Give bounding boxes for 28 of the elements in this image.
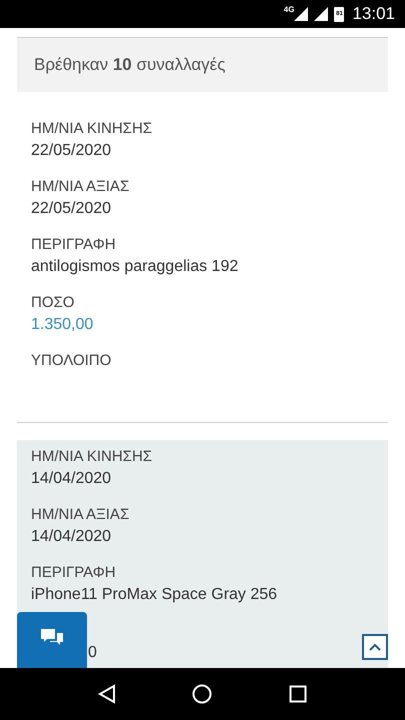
network-label: 4G — [284, 4, 294, 16]
field-value: 1.350,00 — [31, 316, 94, 333]
chevron-up-icon — [369, 643, 381, 651]
field-label: ΥΠΟΛΟΙΠΟ — [31, 351, 112, 371]
clock: 13:01 — [352, 3, 395, 26]
field-value: 0 — [88, 643, 97, 663]
field-label: ΗΜ/ΝΙΑ ΚΙΝΗΣΗΣ — [31, 119, 154, 139]
field-label: ΠΟΣΟ — [31, 293, 76, 313]
field-label: ΠΕΡΙΓΡΑΦΗ — [31, 563, 117, 583]
field-label: ΗΜ/ΝΙΑ ΚΙΝΗΣΗΣ — [31, 447, 154, 467]
field-value: 22/05/2020 — [31, 200, 112, 217]
home-icon[interactable] — [192, 684, 212, 704]
field-label: ΠΕΡΙΓΡΑΦΗ — [31, 235, 117, 255]
back-icon[interactable] — [98, 684, 116, 704]
field-value: 14/04/2020 — [31, 528, 112, 545]
field-value: 14/04/2020 — [31, 470, 112, 487]
chat-button[interactable] — [17, 612, 87, 668]
chat-icon — [41, 629, 63, 647]
field-label: ΗΜ/ΝΙΑ ΑΞΙΑΣ — [31, 505, 130, 525]
signal-icon — [294, 7, 308, 21]
field-value: iPhone11 ProMax Space Gray 256 — [31, 586, 278, 603]
recents-icon[interactable] — [288, 685, 307, 703]
signal-icon — [314, 7, 328, 21]
field-label: ΗΜ/ΝΙΑ ΑΞΙΑΣ — [31, 177, 130, 197]
field-value: 22/05/2020 — [31, 142, 112, 159]
scroll-up-button[interactable] — [362, 634, 388, 660]
results-count: Βρέθηκαν 10 συναλλαγές — [34, 54, 226, 76]
field-value: antilogismos paraggelias 192 — [31, 258, 238, 275]
